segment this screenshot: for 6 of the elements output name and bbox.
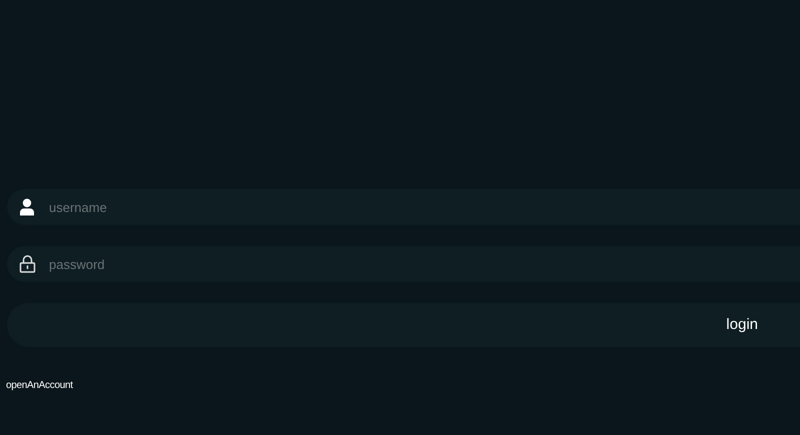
lock-icon bbox=[19, 255, 36, 273]
open-account-link[interactable]: openAnAccount bbox=[6, 378, 73, 393]
person-icon bbox=[19, 198, 35, 216]
login-button[interactable]: login bbox=[7, 303, 800, 347]
username-field[interactable]: username bbox=[7, 189, 800, 225]
password-field[interactable]: password bbox=[7, 246, 800, 282]
